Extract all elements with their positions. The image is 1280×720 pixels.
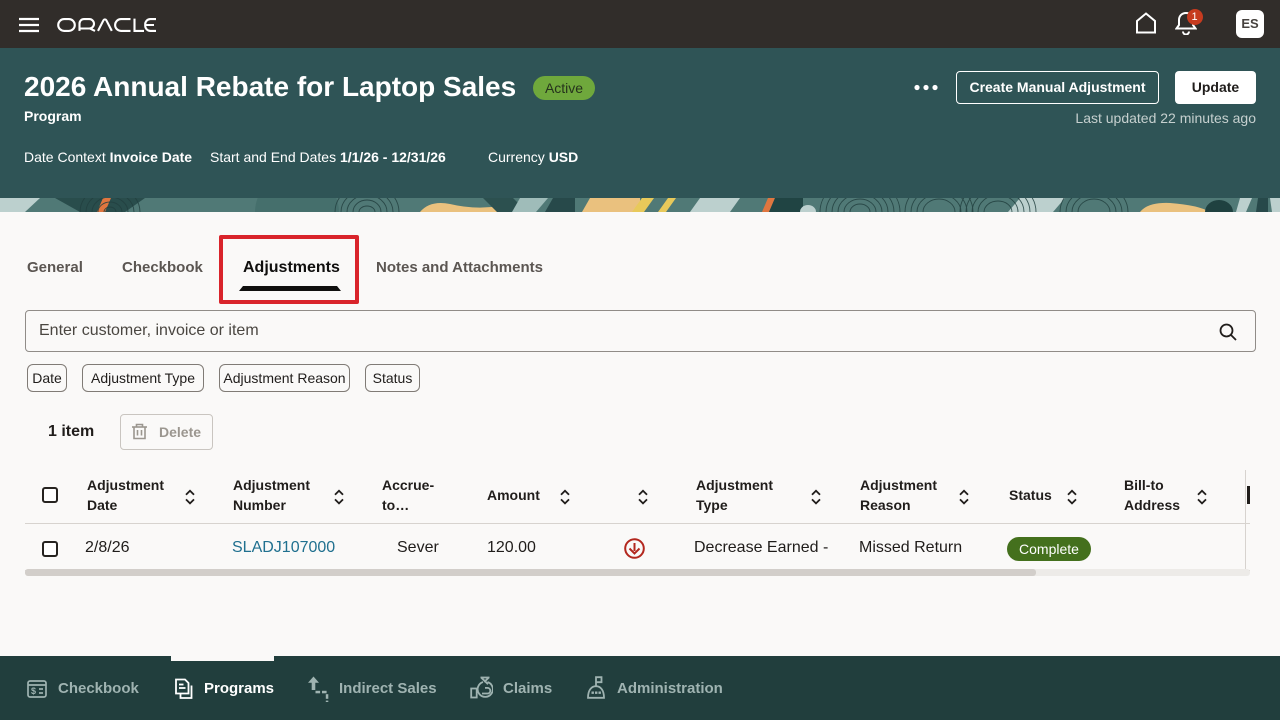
svg-text:$: $	[31, 686, 36, 696]
